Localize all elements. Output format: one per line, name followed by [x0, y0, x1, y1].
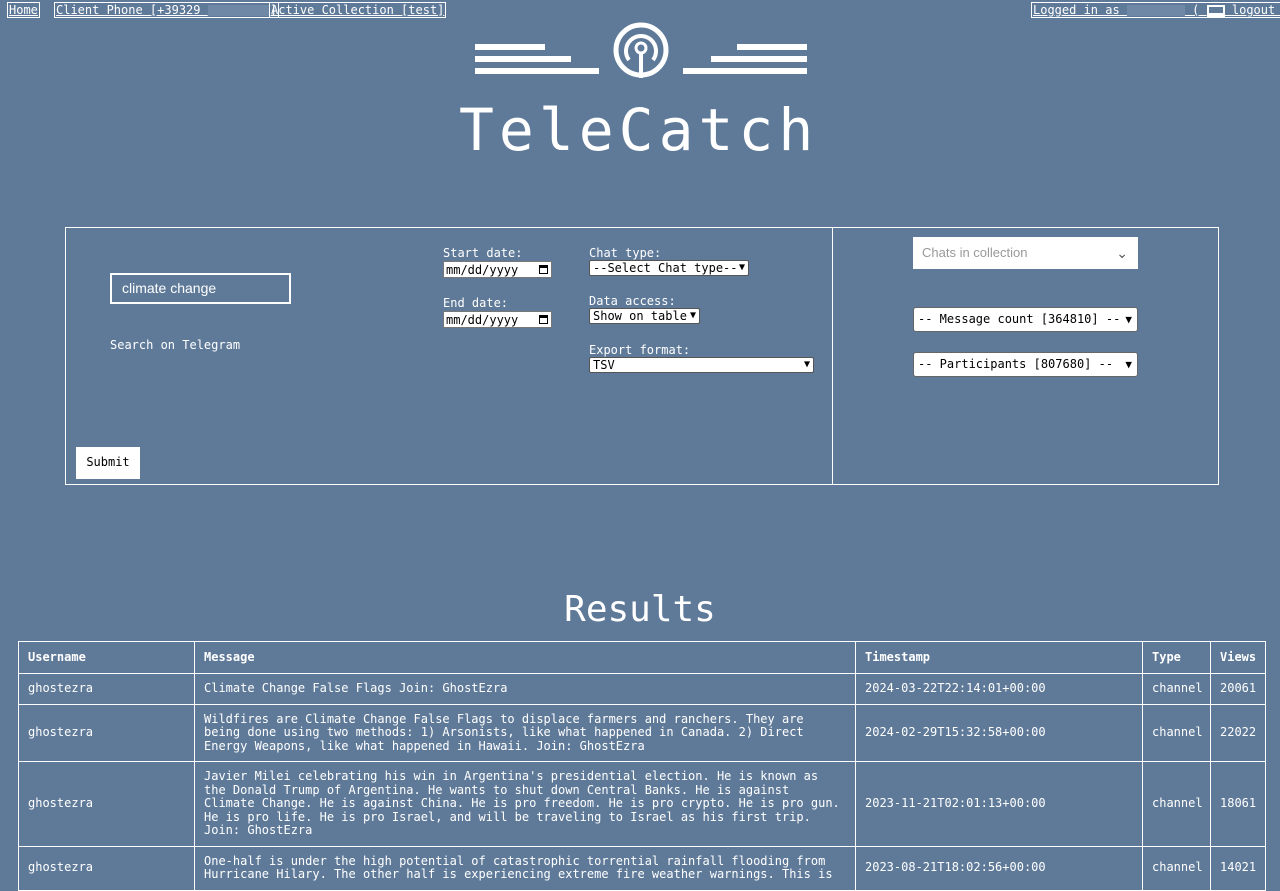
cell-timestamp: 2024-03-22T22:14:01+00:00	[855, 673, 1143, 705]
cell-timestamp: 2023-08-21T18:02:56+00:00	[855, 845, 1143, 891]
table-row: ghostezra Javier Milei celebrating his w…	[18, 761, 1266, 847]
cell-message: One-half is under the high potential of …	[194, 845, 856, 891]
cell-type: channel	[1142, 673, 1211, 705]
cell-type: channel	[1142, 761, 1211, 847]
cell-views: 20061	[1210, 673, 1266, 705]
chats-in-collection-select[interactable]: Chats in collection ⌄	[913, 237, 1138, 269]
calendar-icon[interactable]	[539, 315, 548, 324]
submit-button[interactable]: Submit	[76, 447, 140, 479]
chat-type-select[interactable]: --Select Chat type-- ▼	[589, 260, 749, 276]
start-date-input[interactable]: mm/dd/yyyy	[443, 261, 552, 278]
home-link[interactable]: Home	[7, 2, 40, 18]
chevron-down-icon: ▼	[1125, 313, 1132, 326]
results-table: Username Message Timestamp Type Views gh…	[18, 641, 1266, 891]
data-access-label: Data access:	[589, 294, 676, 308]
cell-timestamp: 2023-11-21T02:01:13+00:00	[855, 761, 1143, 847]
search-input[interactable]: climate change	[110, 273, 291, 304]
cell-message: Wildfires are Climate Change False Flags…	[194, 703, 856, 762]
account-status: Logged in as ( logout )	[1031, 2, 1280, 18]
chats-in-collection-placeholder: Chats in collection	[922, 245, 1028, 260]
results-title: Results	[564, 589, 716, 630]
table-header-row: Username Message Timestamp Type Views	[18, 641, 1266, 674]
broadcast-antenna-icon	[475, 22, 807, 78]
redacted-phone	[207, 5, 270, 16]
brand-title: TeleCatch	[459, 96, 819, 164]
cell-username: ghostezra	[18, 703, 195, 762]
column-header-type: Type	[1142, 641, 1211, 674]
table-row: ghostezra Wildfires are Climate Change F…	[18, 703, 1266, 762]
end-date-input[interactable]: mm/dd/yyyy	[443, 311, 552, 328]
cell-type: channel	[1142, 703, 1211, 762]
chevron-down-icon: ▼	[689, 310, 696, 321]
export-format-select[interactable]: TSV ▼	[589, 357, 814, 373]
cell-views: 14021	[1210, 845, 1266, 891]
cell-username: ghostezra	[18, 845, 195, 891]
user-icon	[1206, 4, 1225, 17]
message-count-value: -- Message count [364810] --	[918, 312, 1121, 326]
start-date-label: Start date:	[443, 246, 523, 260]
column-header-views: Views	[1210, 641, 1266, 674]
cell-type: channel	[1142, 845, 1211, 891]
start-date-placeholder: mm/dd/yyyy	[446, 263, 519, 277]
cell-timestamp: 2024-02-29T15:32:58+00:00	[855, 703, 1143, 762]
end-date-label: End date:	[443, 296, 509, 310]
participants-select[interactable]: -- Participants [807680] -- ▼	[913, 352, 1138, 377]
export-format-value: TSV	[593, 358, 615, 372]
chevron-down-icon: ⌄	[1116, 245, 1128, 261]
column-header-timestamp: Timestamp	[855, 641, 1143, 674]
chevron-down-icon: ▼	[738, 262, 745, 273]
active-collection-link[interactable]: Active Collection [test]	[268, 2, 447, 18]
cell-message: Javier Milei celebrating his win in Arge…	[194, 761, 856, 847]
cell-username: ghostezra	[18, 673, 195, 705]
chevron-down-icon: ▼	[1125, 358, 1132, 371]
paren-open: (	[1192, 3, 1200, 17]
cell-views: 22022	[1210, 703, 1266, 762]
column-header-username: Username	[18, 641, 195, 674]
participants-value: -- Participants [807680] --	[918, 357, 1114, 371]
end-date-placeholder: mm/dd/yyyy	[446, 313, 519, 327]
client-phone-link[interactable]: Client Phone [+39329 ]	[54, 2, 279, 18]
chat-type-label: Chat type:	[589, 246, 662, 260]
cell-username: ghostezra	[18, 761, 195, 847]
chevron-down-icon: ▼	[803, 359, 810, 370]
export-format-label: Export format:	[589, 343, 691, 357]
message-count-select[interactable]: -- Message count [364810] -- ▼	[913, 307, 1138, 332]
search-on-telegram-label: Search on Telegram	[110, 338, 241, 352]
table-row: ghostezra Climate Change False Flags Joi…	[18, 673, 1266, 705]
client-phone-label: Client Phone [+39329	[56, 3, 201, 17]
logout-link[interactable]: logout )	[1232, 3, 1280, 17]
redacted-username	[1126, 5, 1185, 16]
calendar-icon[interactable]	[539, 265, 548, 274]
cell-views: 18061	[1210, 761, 1266, 847]
data-access-select[interactable]: Show on table ▼	[589, 308, 700, 324]
data-access-value: Show on table	[593, 309, 687, 323]
cell-message: Climate Change False Flags Join: GhostEz…	[194, 673, 856, 705]
column-header-message: Message	[194, 641, 856, 674]
logged-in-label: Logged in as	[1033, 3, 1120, 17]
table-row: ghostezra One-half is under the high pot…	[18, 845, 1266, 891]
chat-type-value: --Select Chat type--	[593, 261, 738, 275]
